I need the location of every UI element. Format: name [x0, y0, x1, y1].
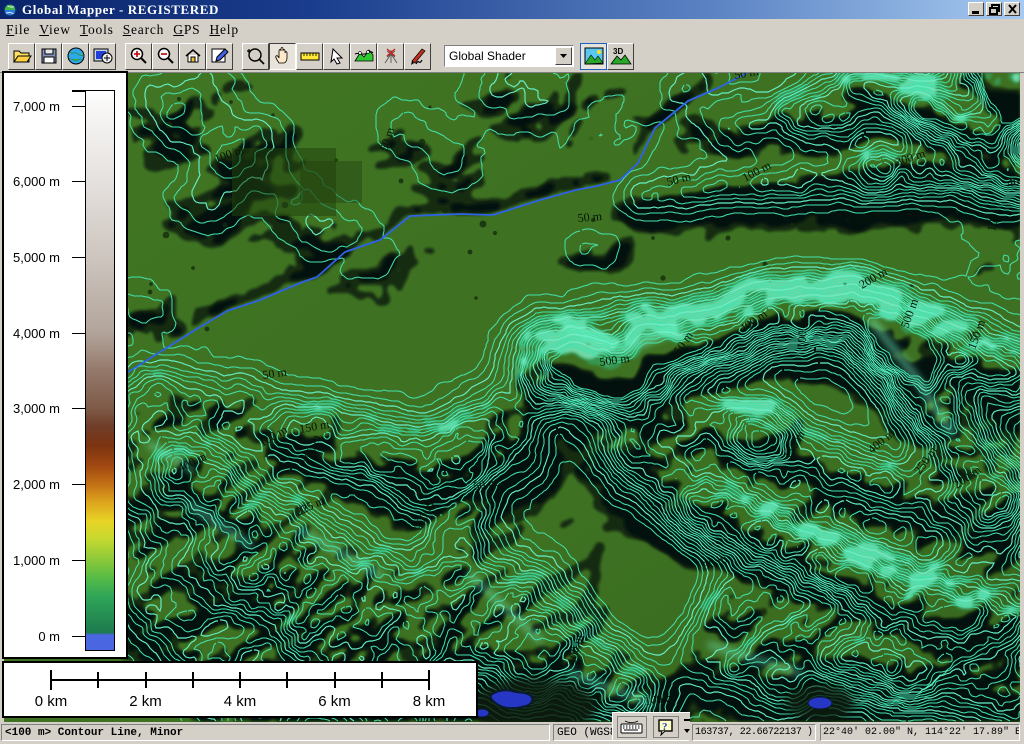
svg-text:100 m: 100 m: [794, 317, 811, 349]
svg-text:50 m: 50 m: [577, 209, 603, 225]
svg-text:3D: 3D: [613, 47, 623, 56]
svg-text:400: 400: [1006, 173, 1020, 190]
svg-text:?: ?: [662, 721, 668, 733]
